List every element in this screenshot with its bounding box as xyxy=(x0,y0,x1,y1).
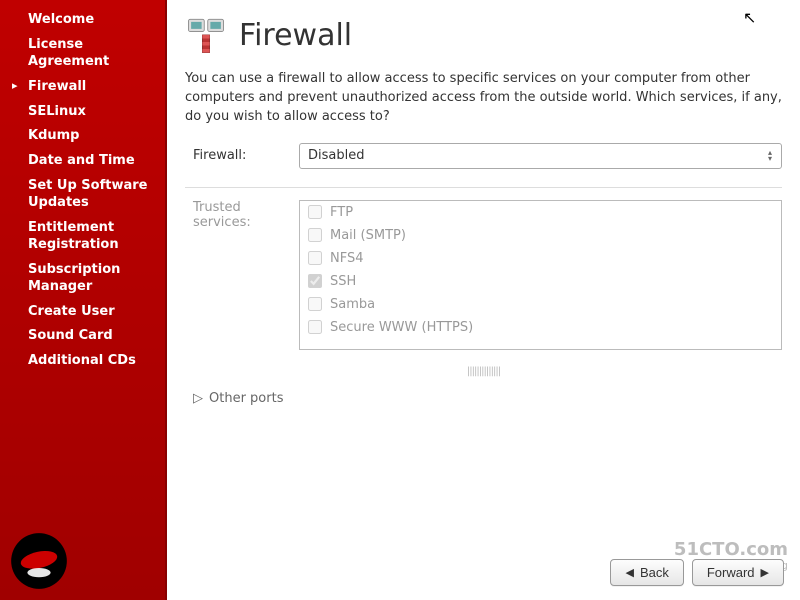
back-button[interactable]: ◀ Back xyxy=(610,559,683,586)
service-label: SSH xyxy=(330,274,356,289)
sidebar-item-license-agreement[interactable]: License Agreement xyxy=(0,33,165,75)
page-description: You can use a firewall to allow access t… xyxy=(185,70,782,127)
sidebar-item-entitlement-registration[interactable]: Entitlement Registration xyxy=(0,216,165,258)
service-label: NFS4 xyxy=(330,251,364,266)
service-row: Secure WWW (HTTPS) xyxy=(300,316,781,339)
resize-grip-icon[interactable]: |||||||||||||| xyxy=(185,366,782,377)
service-checkbox-ftp[interactable] xyxy=(308,205,322,219)
other-ports-expander[interactable]: ▷ Other ports xyxy=(185,391,782,406)
sidebar-item-firewall[interactable]: Firewall xyxy=(0,75,165,100)
sidebar-item-create-user[interactable]: Create User xyxy=(0,300,165,325)
service-checkbox-mail-smtp-[interactable] xyxy=(308,228,322,242)
setup-sidebar: WelcomeLicense AgreementFirewallSELinuxK… xyxy=(0,0,165,600)
footer-buttons: ◀ Back Forward ▶ xyxy=(610,559,784,586)
main-panel: ↖ Firewall You can use a firewall to all… xyxy=(165,0,800,600)
dropdown-arrows-icon: ▴▾ xyxy=(763,146,777,166)
sidebar-item-date-and-time[interactable]: Date and Time xyxy=(0,149,165,174)
chevron-right-icon: ▷ xyxy=(193,391,203,406)
firewall-icon xyxy=(185,14,227,56)
arrow-left-icon: ◀ xyxy=(625,566,633,579)
service-label: Samba xyxy=(330,297,375,312)
service-checkbox-secure-www-https-[interactable] xyxy=(308,320,322,334)
sidebar-item-set-up-software-updates[interactable]: Set Up Software Updates xyxy=(0,174,165,216)
forward-button[interactable]: Forward ▶ xyxy=(692,559,784,586)
service-label: FTP xyxy=(330,205,353,220)
service-row: NFS4 xyxy=(300,247,781,270)
service-row: Samba xyxy=(300,293,781,316)
service-row: Mail (SMTP) xyxy=(300,224,781,247)
forward-button-label: Forward xyxy=(707,565,755,580)
trusted-services-list[interactable]: FTP Mail (SMTP) NFS4 SSH Samba Secure WWW (HT… xyxy=(299,200,782,350)
firewall-label: Firewall: xyxy=(185,148,289,163)
sidebar-item-sound-card[interactable]: Sound Card xyxy=(0,324,165,349)
service-row: FTP xyxy=(300,201,781,224)
firewall-dropdown[interactable]: Disabled ▴▾ xyxy=(299,143,782,169)
service-label: Mail (SMTP) xyxy=(330,228,406,243)
service-label: Secure WWW (HTTPS) xyxy=(330,320,473,335)
sidebar-item-kdump[interactable]: Kdump xyxy=(0,124,165,149)
redhat-logo xyxy=(10,532,68,590)
service-row: SSH xyxy=(300,270,781,293)
service-checkbox-samba[interactable] xyxy=(308,297,322,311)
other-ports-label: Other ports xyxy=(209,391,283,406)
page-title: Firewall xyxy=(239,18,352,53)
service-checkbox-nfs4[interactable] xyxy=(308,251,322,265)
arrow-right-icon: ▶ xyxy=(761,566,769,579)
divider xyxy=(185,187,782,188)
sidebar-item-subscription-manager[interactable]: Subscription Manager xyxy=(0,258,165,300)
sidebar-item-selinux[interactable]: SELinux xyxy=(0,100,165,125)
firewall-dropdown-value: Disabled xyxy=(308,148,364,163)
sidebar-item-additional-cds[interactable]: Additional CDs xyxy=(0,349,165,374)
trusted-services-label: Trusted services: xyxy=(185,200,289,230)
sidebar-item-welcome[interactable]: Welcome xyxy=(0,8,165,33)
service-checkbox-ssh[interactable] xyxy=(308,274,322,288)
back-button-label: Back xyxy=(640,565,669,580)
